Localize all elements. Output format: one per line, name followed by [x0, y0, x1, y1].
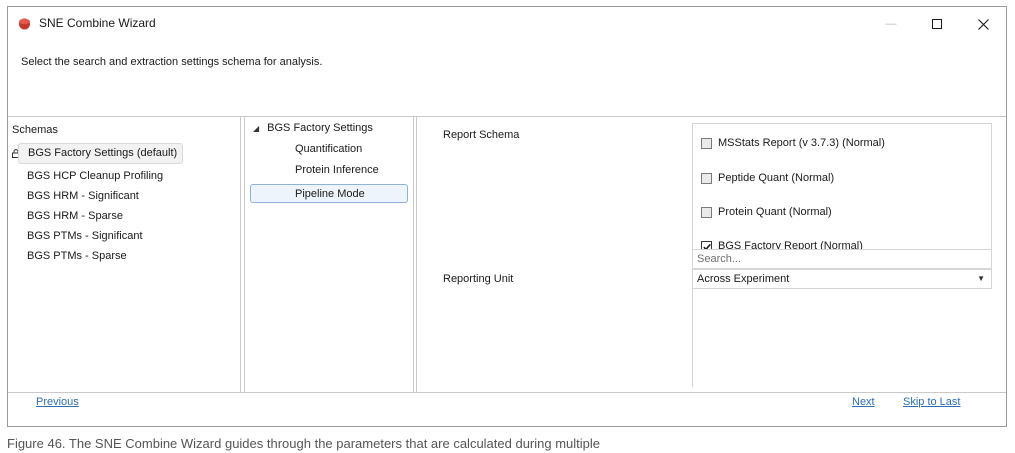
close-icon: [977, 18, 989, 30]
checkbox[interactable]: [701, 206, 712, 218]
collapse-arrow-icon[interactable]: ◢: [253, 124, 259, 133]
schema-item-bgs-ptms-significant[interactable]: BGS PTMs - Significant: [8, 227, 239, 246]
report-option-label: Protein Quant (Normal): [718, 206, 832, 218]
reporting-unit-value: Across Experiment: [697, 273, 790, 285]
reporting-unit-label: Reporting Unit: [443, 273, 514, 285]
schema-item-label: BGS HRM - Sparse: [27, 210, 123, 222]
schemas-header: Schemas: [12, 124, 58, 136]
maximize-icon: [932, 19, 942, 29]
report-option-msstats[interactable]: MSStats Report (v 3.7.3) (Normal): [701, 137, 885, 149]
tree-node-pipeline-mode[interactable]: Pipeline Mode: [250, 184, 408, 203]
schema-item-bgs-factory-settings[interactable]: BGS Factory Settings (default): [8, 143, 239, 164]
title-bar[interactable]: SNE Combine Wizard —: [8, 7, 1006, 41]
schema-item-bgs-hrm-sparse[interactable]: BGS HRM - Sparse: [8, 207, 239, 226]
schema-item-label: BGS Factory Settings (default): [18, 143, 184, 164]
tree-node-label: Pipeline Mode: [295, 188, 365, 200]
tree-node-bgs-factory-settings[interactable]: ◢ BGS Factory Settings: [253, 122, 373, 134]
schema-item-label: BGS HRM - Significant: [27, 190, 139, 202]
checkbox[interactable]: [701, 172, 712, 184]
schema-item-label: BGS PTMs - Significant: [27, 230, 143, 242]
schema-item-bgs-hcp-cleanup[interactable]: BGS HCP Cleanup Profiling: [8, 167, 239, 186]
minimize-icon: —: [885, 18, 897, 30]
report-option-peptide-quant[interactable]: Peptide Quant (Normal): [701, 172, 834, 184]
report-option-label: MSStats Report (v 3.7.3) (Normal): [718, 137, 885, 149]
settings-panel: Report Schema Reporting Unit MSStats Rep…: [416, 117, 1006, 392]
report-schema-list: MSStats Report (v 3.7.3) (Normal) Peptid…: [692, 123, 992, 269]
sne-combine-wizard-window: SNE Combine Wizard — Select the search a…: [7, 6, 1007, 427]
checkbox[interactable]: [701, 137, 712, 149]
wizard-content: Schemas BGS Factory Settings (default) B…: [8, 116, 1006, 393]
report-option-label: Peptide Quant (Normal): [718, 172, 835, 184]
figure-caption: Figure 46. The SNE Combine Wizard guides…: [7, 436, 601, 451]
tree-node-protein-inference[interactable]: Protein Inference: [295, 164, 379, 176]
report-option-protein-quant[interactable]: Protein Quant (Normal): [701, 206, 832, 218]
schema-item-bgs-ptms-sparse[interactable]: BGS PTMs - Sparse: [8, 247, 239, 266]
app-logo-icon: [19, 18, 30, 30]
instruction-text: Select the search and extraction setting…: [21, 56, 323, 68]
minimize-button[interactable]: —: [868, 7, 914, 41]
schema-item-label: BGS PTMs - Sparse: [27, 250, 127, 262]
dropdown-arrow-icon: ▼: [977, 274, 985, 283]
skip-to-last-link[interactable]: Skip to Last: [903, 396, 960, 408]
tree-node-label: BGS Factory Settings: [267, 122, 373, 134]
schema-item-label: BGS HCP Cleanup Profiling: [27, 170, 164, 182]
close-button[interactable]: [960, 7, 1006, 41]
next-link[interactable]: Next: [852, 396, 875, 408]
divider: [692, 289, 693, 387]
previous-link[interactable]: Previous: [36, 396, 79, 408]
schemas-panel: Schemas BGS Factory Settings (default) B…: [8, 117, 241, 392]
tree-node-label: Protein Inference: [295, 164, 379, 176]
settings-tree-panel: ◢ BGS Factory Settings Quantification Pro…: [244, 117, 414, 392]
schema-item-bgs-hrm-significant[interactable]: BGS HRM - Significant: [8, 187, 239, 206]
window-title: SNE Combine Wizard: [39, 16, 156, 30]
tree-node-label: Quantification: [295, 143, 363, 155]
maximize-button[interactable]: [914, 7, 960, 41]
report-schema-label: Report Schema: [443, 129, 520, 141]
tree-node-quantification[interactable]: Quantification: [295, 143, 362, 155]
reporting-unit-select[interactable]: Across Experiment ▼: [692, 269, 992, 289]
report-search-input[interactable]: [693, 249, 991, 268]
